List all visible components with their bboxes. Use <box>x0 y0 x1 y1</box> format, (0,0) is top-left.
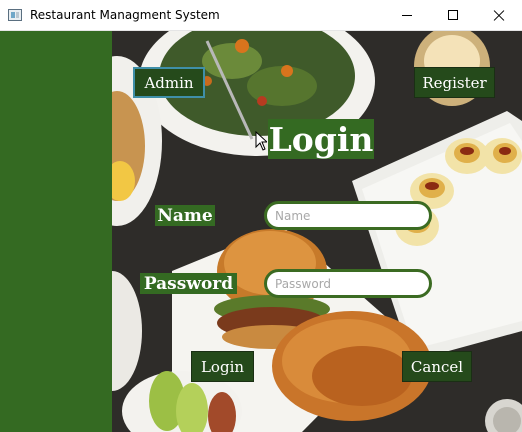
cancel-button[interactable]: Cancel <box>402 351 472 382</box>
name-field[interactable] <box>264 201 432 230</box>
maximize-icon[interactable] <box>430 0 476 31</box>
name-label: Name <box>155 205 215 226</box>
window-title-bar: Restaurant Managment System <box>0 0 522 31</box>
mouse-cursor-icon <box>255 131 267 151</box>
admin-button[interactable]: Admin <box>133 67 205 98</box>
password-label: Password <box>140 273 237 294</box>
side-panel <box>0 31 112 432</box>
register-button[interactable]: Register <box>414 67 495 98</box>
password-field[interactable] <box>264 269 432 298</box>
app-window-icon <box>8 9 22 21</box>
minimize-icon[interactable] <box>384 0 430 31</box>
login-button[interactable]: Login <box>191 351 254 382</box>
window-title: Restaurant Managment System <box>30 8 220 22</box>
close-icon[interactable] <box>476 0 522 31</box>
page-title: Login <box>268 119 374 159</box>
